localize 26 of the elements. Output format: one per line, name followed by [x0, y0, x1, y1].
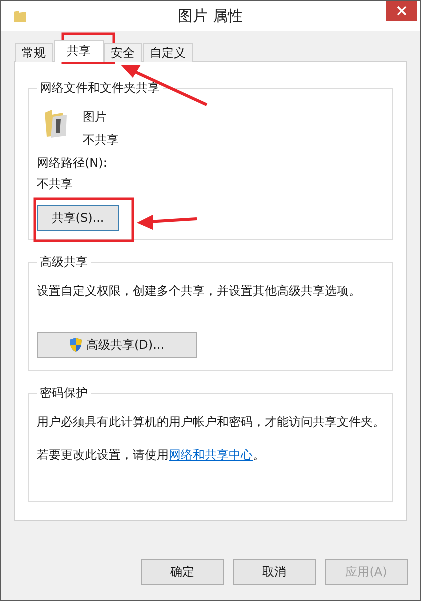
tab[interactable]: 常规	[15, 43, 53, 62]
folder-name: 图片	[83, 109, 108, 126]
arrow-drawing	[137, 215, 198, 230]
folder-icon	[43, 107, 69, 139]
dialog-button[interactable]: 确定	[141, 559, 224, 585]
shield-icon	[69, 337, 84, 353]
tab[interactable]: 安全	[104, 43, 142, 62]
group-heading: 密码保护	[39, 385, 89, 402]
group-heading: 高级共享	[39, 254, 89, 271]
description-text: 设置自定义权限，创建多个共享，并设置其他高级共享选项。	[37, 283, 362, 300]
group-heading: 网络文件和文件夹共享	[39, 80, 161, 97]
network-center-link[interactable]: 网络和共享中心	[169, 448, 253, 462]
window-title: 图片 属性	[178, 6, 243, 26]
note-text: 若要更改此设置，请使用网络和共享中心。	[37, 447, 266, 464]
path-label: 网络路径(N):	[37, 155, 108, 172]
tab[interactable]: 自定义	[143, 43, 193, 62]
share-button[interactable]: 共享(S)...	[37, 205, 119, 231]
close-button[interactable]	[386, 1, 417, 21]
dialog-button[interactable]: 取消	[233, 559, 316, 585]
path-value: 不共享	[37, 176, 74, 193]
advanced-sharing-button[interactable]: 高级共享(D)...	[37, 332, 197, 358]
folder-icon	[13, 9, 27, 23]
tab[interactable]: 共享	[54, 40, 104, 62]
share-status: 不共享	[83, 132, 119, 149]
description-text: 用户必须具有此计算机的用户帐户和密码，才能访问共享文件夹。	[37, 414, 384, 432]
close-icon	[396, 6, 406, 16]
